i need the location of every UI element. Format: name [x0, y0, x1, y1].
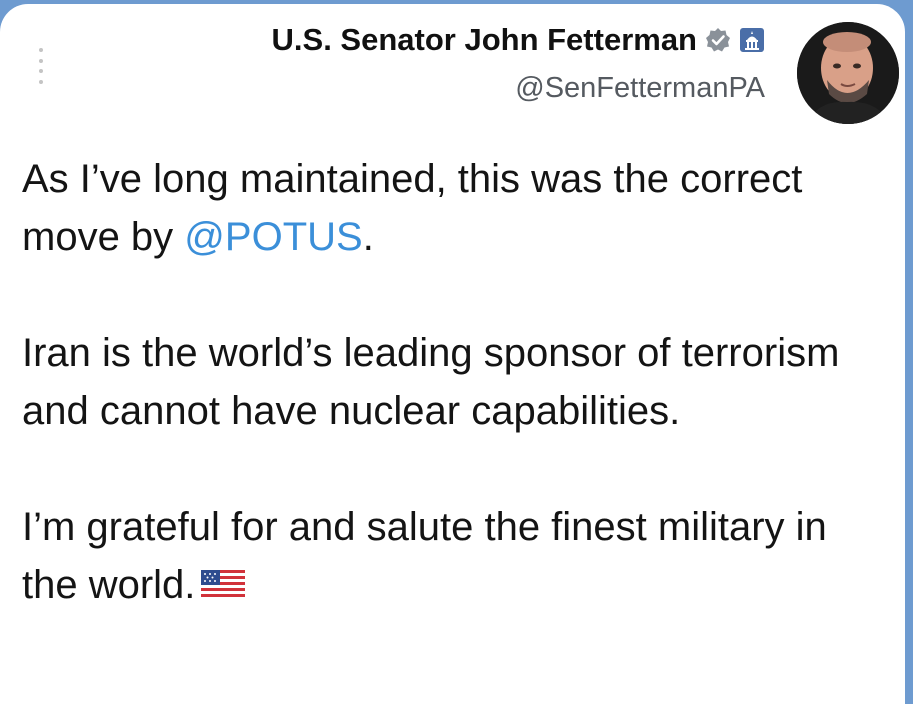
author-name[interactable]: U.S. Senator John Fetterman	[272, 22, 697, 58]
tweet-paragraph-1: As I’ve long maintained, this was the co…	[22, 157, 803, 259]
tweet-body: As I’ve long maintained, this was the co…	[22, 150, 882, 672]
tweet-paragraph-3: I’m grateful for and salute the finest m…	[22, 505, 827, 607]
tweet-card[interactable]: U.S. Senator John Fetterman @SenFetterma…	[0, 4, 905, 704]
us-flag-icon	[201, 570, 246, 600]
more-options-icon[interactable]	[36, 48, 46, 84]
avatar[interactable]	[797, 22, 899, 124]
verified-icon	[706, 28, 730, 52]
avatar-photo	[797, 22, 899, 124]
author-handle[interactable]: @SenFettermanPA	[515, 72, 765, 105]
author-name-row[interactable]: U.S. Senator John Fetterman	[272, 22, 765, 58]
mention-link[interactable]: @POTUS	[184, 215, 362, 259]
tweet-paragraph-2: Iran is the world’s leading sponsor of t…	[22, 331, 840, 433]
government-icon	[740, 28, 764, 52]
screenshot-frame: U.S. Senator John Fetterman @SenFetterma…	[0, 0, 913, 704]
